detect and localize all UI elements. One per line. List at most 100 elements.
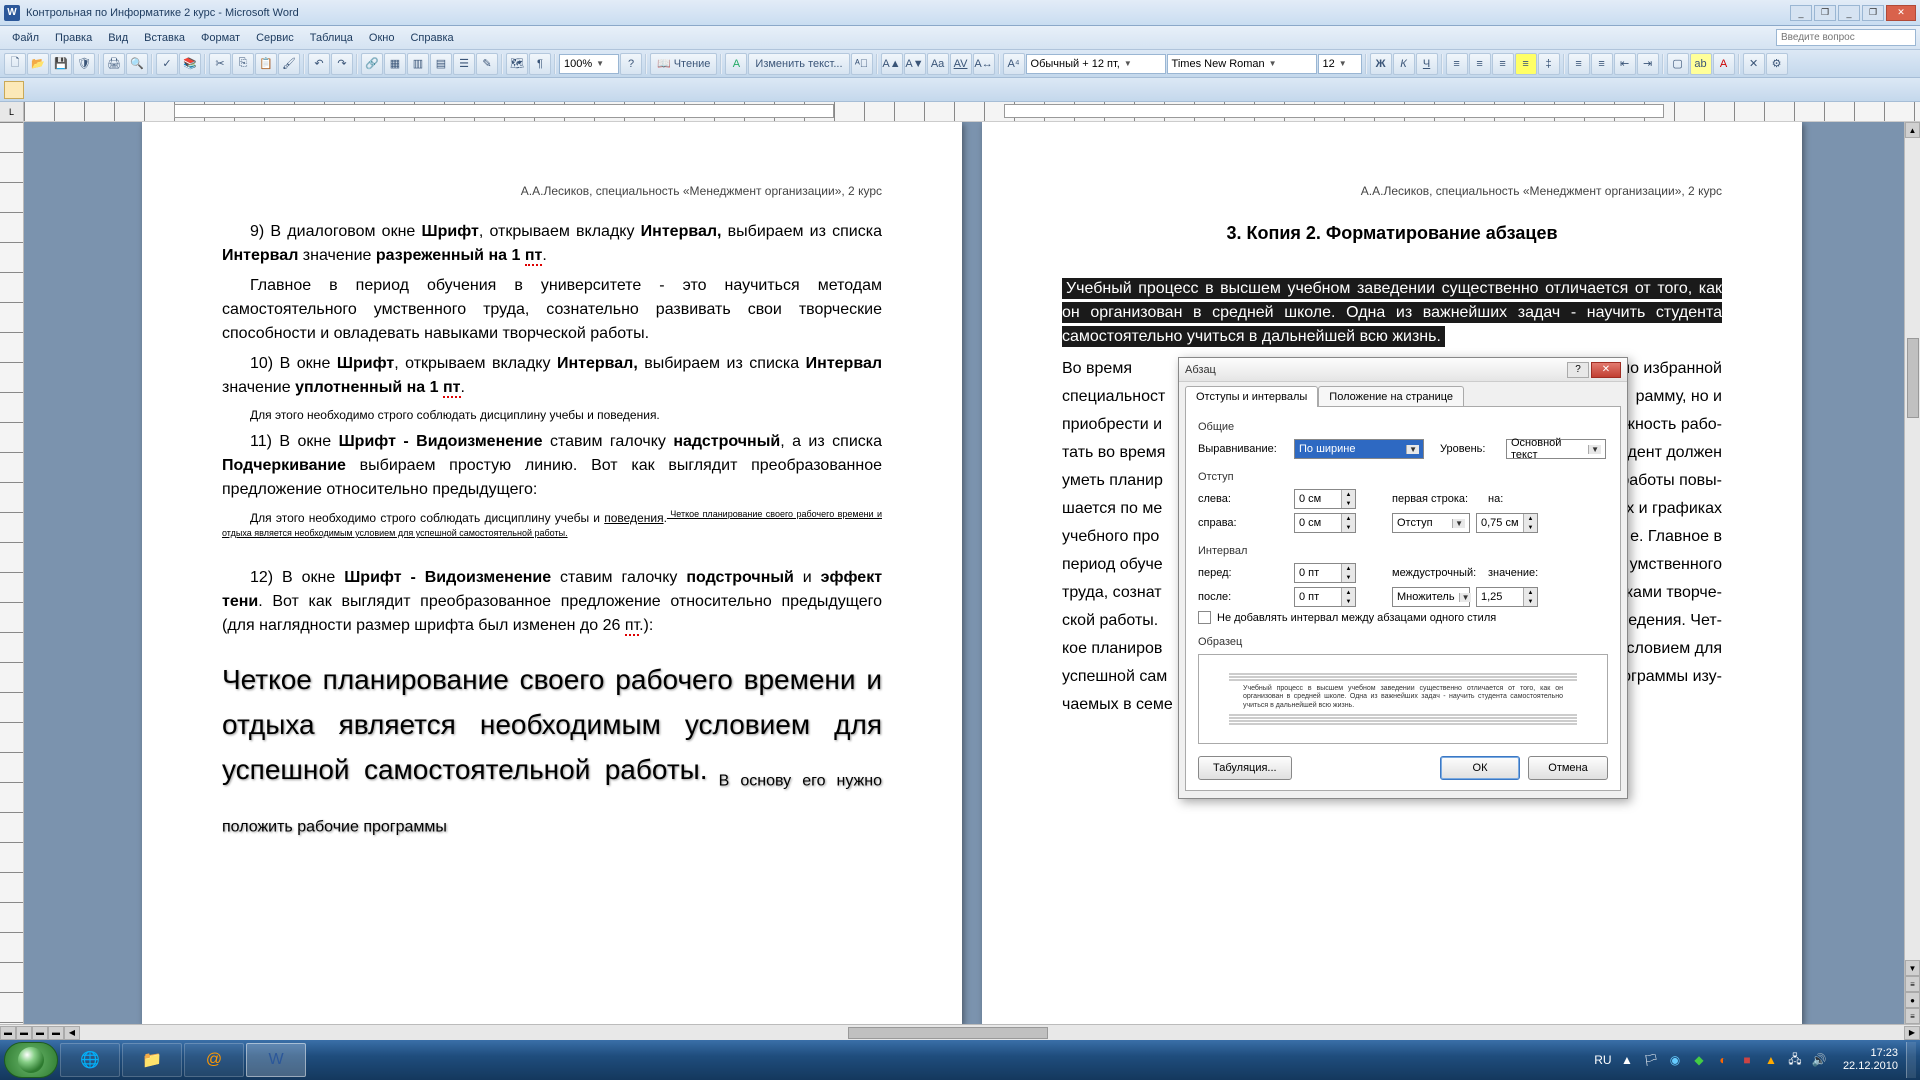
scroll-up-button[interactable]: ▲ (1905, 122, 1920, 138)
browse-next-button[interactable]: ≡ (1905, 1008, 1920, 1024)
vertical-ruler[interactable] (0, 122, 24, 1024)
linesp-select[interactable]: Множитель▼ (1392, 587, 1470, 607)
show-marks-button[interactable]: ¶ (529, 53, 551, 75)
align-justify-button[interactable]: ≡ (1515, 53, 1537, 75)
view-print-button[interactable]: ▬ (32, 1026, 48, 1040)
align-select[interactable]: По ширине▼ (1294, 439, 1424, 459)
revpane-close-button[interactable]: ✕ (1743, 53, 1765, 75)
tray-app1-icon[interactable]: ◉ (1667, 1052, 1683, 1068)
tray-lang[interactable]: RU (1595, 1052, 1611, 1068)
menu-help[interactable]: Справка (402, 29, 461, 47)
firstline-select[interactable]: Отступ▼ (1392, 513, 1470, 533)
undo-button[interactable]: ↶ (308, 53, 330, 75)
scroll-down-button[interactable]: ▼ (1905, 960, 1920, 976)
char-space-button[interactable]: AV (950, 53, 972, 75)
right-indent-input[interactable]: 0 см▲▼ (1294, 513, 1356, 533)
char-scale-button[interactable]: A↔ (973, 53, 995, 75)
grow-font-button[interactable]: A▲ (881, 53, 903, 75)
after-input[interactable]: 0 пт▲▼ (1294, 587, 1356, 607)
menu-table[interactable]: Таблица (302, 29, 361, 47)
italic-button[interactable]: К (1393, 53, 1415, 75)
tray-volume-icon[interactable]: 🔊 (1811, 1052, 1827, 1068)
scroll-thumb-v[interactable] (1907, 338, 1919, 418)
minimize-group-button[interactable]: _ (1790, 5, 1812, 21)
cancel-button[interactable]: Отмена (1528, 756, 1608, 780)
size-combo[interactable]: 12▼ (1318, 54, 1362, 74)
restore-button[interactable]: ❐ (1862, 5, 1884, 21)
zoom-combo[interactable]: 100%▼ (559, 54, 619, 74)
hyperlink-button[interactable]: 🔗 (361, 53, 383, 75)
shrink-font-button[interactable]: A▼ (904, 53, 926, 75)
numbering-button[interactable]: ≡ (1568, 53, 1590, 75)
highlight-button[interactable]: ab (1690, 53, 1712, 75)
dialog-help-button[interactable]: ? (1567, 362, 1589, 378)
scroll-left-button[interactable]: ◀ (64, 1026, 80, 1040)
taskbar-word[interactable]: W (246, 1043, 306, 1077)
tab-selector-button[interactable] (4, 81, 24, 99)
left-indent-input[interactable]: 0 см▲▼ (1294, 489, 1356, 509)
menu-file[interactable]: Файл (4, 29, 47, 47)
browse-prev-button[interactable]: ≡ (1905, 976, 1920, 992)
vertical-scrollbar[interactable]: ▲ ▼ ≡ ● ≡ (1904, 122, 1920, 1024)
minimize-button[interactable]: _ (1838, 5, 1860, 21)
menu-view[interactable]: Вид (100, 29, 136, 47)
restore-group-button[interactable]: ❐ (1814, 5, 1836, 21)
tab-position[interactable]: Положение на странице (1318, 386, 1464, 407)
redo-button[interactable]: ↷ (331, 53, 353, 75)
permission-button[interactable]: 🛡 (73, 53, 95, 75)
page-left[interactable]: А.А.Лесиков, специальность «Менеджмент о… (142, 122, 962, 1024)
dialog-titlebar[interactable]: Абзац ? ✕ (1179, 358, 1627, 382)
align-right-button[interactable]: ≡ (1492, 53, 1514, 75)
level-select[interactable]: Основной текст▼ (1506, 439, 1606, 459)
help-question-input[interactable] (1776, 29, 1916, 46)
borders-button[interactable]: ▢ (1667, 53, 1689, 75)
view-web-button[interactable]: ▬ (16, 1026, 32, 1040)
cut-button[interactable]: ✂ (209, 53, 231, 75)
docmap-button[interactable]: 🗺 (506, 53, 528, 75)
new-doc-button[interactable]: 🗋 (4, 53, 26, 75)
tray-app5-icon[interactable]: ▲ (1763, 1052, 1779, 1068)
dialog-close-button[interactable]: ✕ (1591, 362, 1621, 378)
font-combo[interactable]: Times New Roman▼ (1167, 54, 1317, 74)
style-combo[interactable]: Обычный + 12 пт,▼ (1026, 54, 1166, 74)
help-button[interactable]: ? (620, 53, 642, 75)
menu-edit[interactable]: Правка (47, 29, 100, 47)
tab-indents[interactable]: Отступы и интервалы (1185, 386, 1318, 407)
copy-button[interactable]: ⎘ (232, 53, 254, 75)
print-preview-button[interactable]: 🔍 (126, 53, 148, 75)
tray-up-icon[interactable]: ▲ (1619, 1052, 1635, 1068)
dec-indent-button[interactable]: ⇤ (1614, 53, 1636, 75)
paste-button[interactable]: 📋 (255, 53, 277, 75)
taskbar-ie[interactable]: 🌐 (60, 1043, 120, 1077)
open-button[interactable]: 📂 (27, 53, 49, 75)
read-button[interactable]: 📖 Чтение (650, 53, 717, 75)
style-a-button[interactable]: A (725, 53, 747, 75)
line-spacing-button[interactable]: ‡ (1538, 53, 1560, 75)
tray-app3-icon[interactable]: ◐ (1715, 1052, 1731, 1068)
revpane-opt-button[interactable]: ⚙ (1766, 53, 1788, 75)
show-desktop-button[interactable] (1906, 1042, 1916, 1078)
insert-table-button[interactable]: ▥ (407, 53, 429, 75)
font-color-button[interactable]: A (1713, 53, 1735, 75)
tabs-button[interactable]: Табуляция... (1198, 756, 1292, 780)
menu-format[interactable]: Формат (193, 29, 248, 47)
scroll-thumb-h[interactable] (848, 1027, 1048, 1039)
tables-button[interactable]: ▦ (384, 53, 406, 75)
bold-button[interactable]: Ж (1370, 53, 1392, 75)
save-button[interactable]: 💾 (50, 53, 72, 75)
tray-app2-icon[interactable]: ◆ (1691, 1052, 1707, 1068)
menu-insert[interactable]: Вставка (136, 29, 193, 47)
bullets-button[interactable]: ≡ (1591, 53, 1613, 75)
ok-button[interactable]: ОК (1440, 756, 1520, 780)
tray-network-icon[interactable]: 🖧 (1787, 1052, 1803, 1068)
clear-fmt-button[interactable]: ᴬ⃠ (851, 53, 873, 75)
inc-indent-button[interactable]: ⇥ (1637, 53, 1659, 75)
view-outline-button[interactable]: ▬ (48, 1026, 64, 1040)
taskbar-explorer[interactable]: 📁 (122, 1043, 182, 1077)
close-button[interactable]: ✕ (1886, 5, 1916, 21)
horizontal-scrollbar[interactable]: ▬ ▬ ▬ ▬ ◀ ▶ (0, 1024, 1920, 1040)
view-normal-button[interactable]: ▬ (0, 1026, 16, 1040)
spellcheck-button[interactable]: ✓ (156, 53, 178, 75)
before-input[interactable]: 0 пт▲▼ (1294, 563, 1356, 583)
drawing-button[interactable]: ✎ (476, 53, 498, 75)
